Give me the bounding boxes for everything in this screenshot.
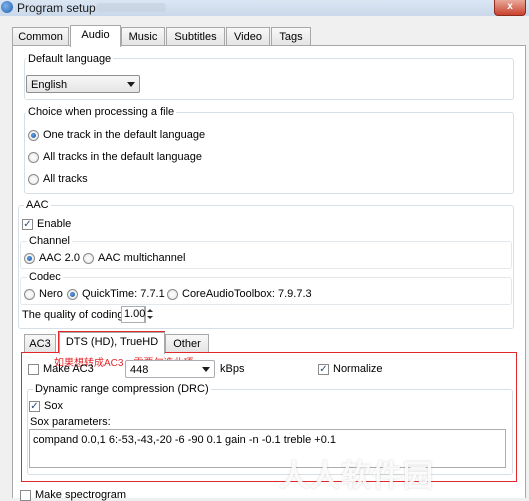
radio-quicktime-label: QuickTime: 7.7.1 [82,288,165,300]
chevron-down-icon [127,82,135,87]
subtab-other[interactable]: Other [165,334,209,353]
radio-quicktime[interactable] [67,289,78,300]
radio-nero-label: Nero [39,288,63,300]
aac-enable-label: Enable [37,218,72,230]
tab-video[interactable]: Video [226,27,270,46]
tab-audio[interactable]: Audio [70,25,121,47]
channel-label: Channel [27,235,72,247]
subtab-dts[interactable]: DTS (HD), TrueHD [59,332,165,354]
close-button[interactable]: x [494,0,526,16]
normalize-checkbox[interactable]: ✓ [318,364,329,375]
language-select[interactable]: English [26,75,140,93]
radio-all-tracks-label: All tracks [43,173,88,185]
aac-label: AAC [24,199,51,211]
aac-enable-checkbox[interactable]: ✓ [22,219,33,230]
title-blurred-region [96,3,166,12]
radio-all-default-label: All tracks in the default language [43,151,202,163]
tab-tags[interactable]: Tags [271,27,311,46]
radio-all-default[interactable] [28,152,39,163]
title-bar: Program setup x [0,0,529,16]
quality-spinner-icon[interactable] [145,306,155,323]
radio-coreaudio[interactable] [167,289,178,300]
radio-one-track-label: One track in the default language [43,129,206,141]
radio-all-tracks[interactable] [28,174,39,185]
app-icon [1,1,13,13]
make-ac3-checkbox[interactable] [28,364,39,375]
drc-label: Dynamic range compression (DRC) [33,383,211,395]
sox-checkbox[interactable]: ✓ [29,401,40,412]
sox-params-label: Sox parameters: [30,416,111,428]
bitrate-unit: kBps [220,363,245,375]
default-language-label: Default language [26,53,114,65]
radio-aac-multichannel-label: AAC multichannel [98,252,186,264]
spectrogram-label: Make spectrogram [35,489,127,501]
radio-aac-20[interactable] [24,253,35,264]
radio-coreaudio-label: CoreAudioToolbox: 7.9.7.3 [182,288,312,300]
spectrogram-checkbox[interactable] [20,490,31,501]
normalize-label: Normalize [333,363,383,375]
language-select-value: English [31,79,68,91]
tab-music[interactable]: Music [121,27,165,46]
channel-group [20,241,512,269]
make-ac3-label: Make AC3 [43,363,94,375]
bitrate-select[interactable]: 448 [125,360,215,378]
quality-input[interactable]: 1.00 [121,306,145,323]
sox-params-input[interactable]: compand 0.0,1 6:-53,-43,-20 -6 -90 0.1 g… [29,429,506,468]
window-title: Program setup [17,1,96,15]
radio-nero[interactable] [24,289,35,300]
radio-one-track[interactable] [28,130,39,141]
bitrate-value: 448 [130,364,149,376]
quality-value: 1.00 [124,308,146,320]
tab-subtitles[interactable]: Subtitles [166,27,225,46]
quality-label: The quality of coding [22,309,124,321]
processing-label: Choice when processing a file [26,106,177,118]
codec-label: Codec [27,271,63,283]
radio-aac-20-label: AAC 2.0 [39,252,80,264]
sox-label: Sox [44,400,63,412]
tab-common[interactable]: Common [12,27,69,46]
sox-params-value: compand 0.0,1 6:-53,-43,-20 -6 -90 0.1 g… [33,434,336,446]
chevron-down-icon [202,367,210,372]
watermark-logo: 人人软件园 [279,460,434,493]
subtab-ac3[interactable]: AC3 [24,334,56,353]
radio-aac-multichannel[interactable] [83,253,94,264]
